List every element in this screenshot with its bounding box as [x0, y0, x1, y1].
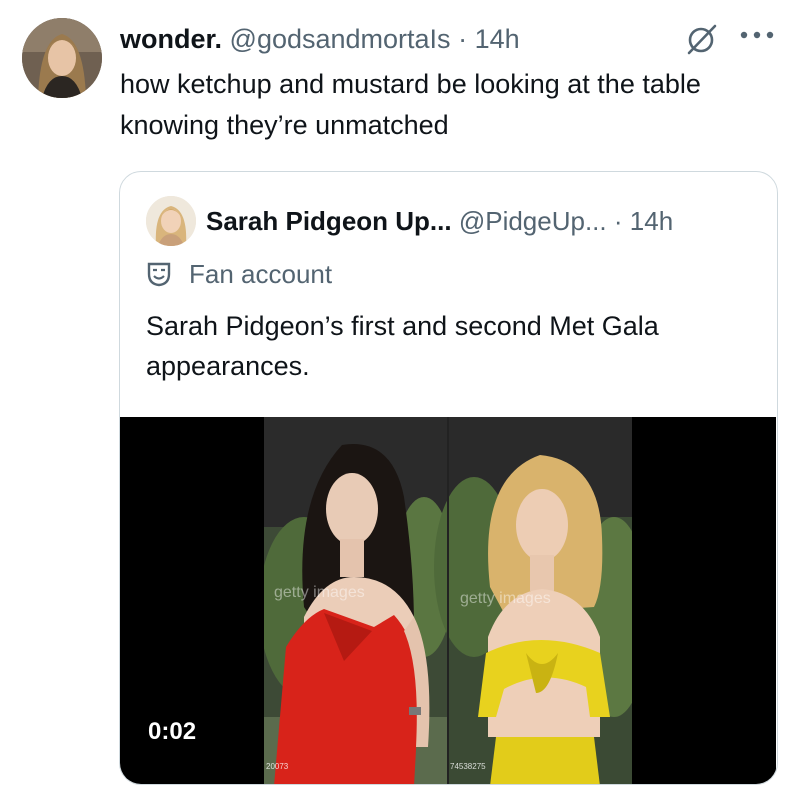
author-avatar[interactable]	[22, 18, 102, 98]
left-bracelet	[409, 707, 421, 715]
grok-slash-icon[interactable]	[685, 22, 719, 56]
video-id-left: 20073	[266, 762, 289, 771]
watermark-right: getty images	[460, 590, 551, 607]
quoted-tweet-time[interactable]: 14h	[630, 206, 673, 236]
right-yellow-skirt	[490, 737, 600, 784]
left-neck	[340, 539, 364, 577]
author-name[interactable]: wonder.	[120, 24, 222, 54]
video-id-right: 74538275	[450, 762, 486, 771]
tweet-text: how ketchup and mustard be looking at th…	[120, 69, 701, 140]
tweet-author-line: wonder. @godsandmortaIs · 14h	[120, 22, 520, 56]
author-handle[interactable]: @godsandmortaIs	[230, 24, 451, 54]
quoted-tweet-text: Sarah Pidgeon’s first and second Met Gal…	[146, 311, 659, 381]
left-face	[326, 473, 378, 545]
quoted-author-name[interactable]: Sarah Pidgeon Up...	[206, 206, 452, 236]
quoted-tweet-card[interactable]: Sarah Pidgeon Up... @PidgeUp... · 14h Fa…	[119, 171, 778, 785]
quoted-separator-dot: ·	[613, 206, 623, 236]
quoted-author-line: Sarah Pidgeon Up... @PidgeUp... · 14h	[206, 205, 673, 237]
right-neck	[530, 555, 554, 591]
right-face	[516, 489, 568, 561]
quoted-author-avatar[interactable]	[146, 196, 196, 246]
video-timestamp: 0:02	[148, 718, 197, 745]
fan-account-label: Fan account	[189, 259, 333, 289]
theater-masks-icon	[146, 261, 172, 287]
author-avatar-image	[22, 18, 102, 98]
watermark-left: getty images	[274, 584, 365, 601]
quoted-avatar-image	[146, 196, 196, 246]
video-frame: getty images 20073 getty images 74538275	[264, 417, 632, 784]
quoted-author-handle[interactable]: @PidgeUp...	[459, 206, 607, 236]
video-player[interactable]: getty images 20073 getty images 74538275…	[120, 417, 776, 784]
separator-dot: ·	[458, 24, 468, 54]
more-dots-icon[interactable]	[738, 28, 776, 42]
tweet-time[interactable]: 14h	[475, 24, 520, 54]
